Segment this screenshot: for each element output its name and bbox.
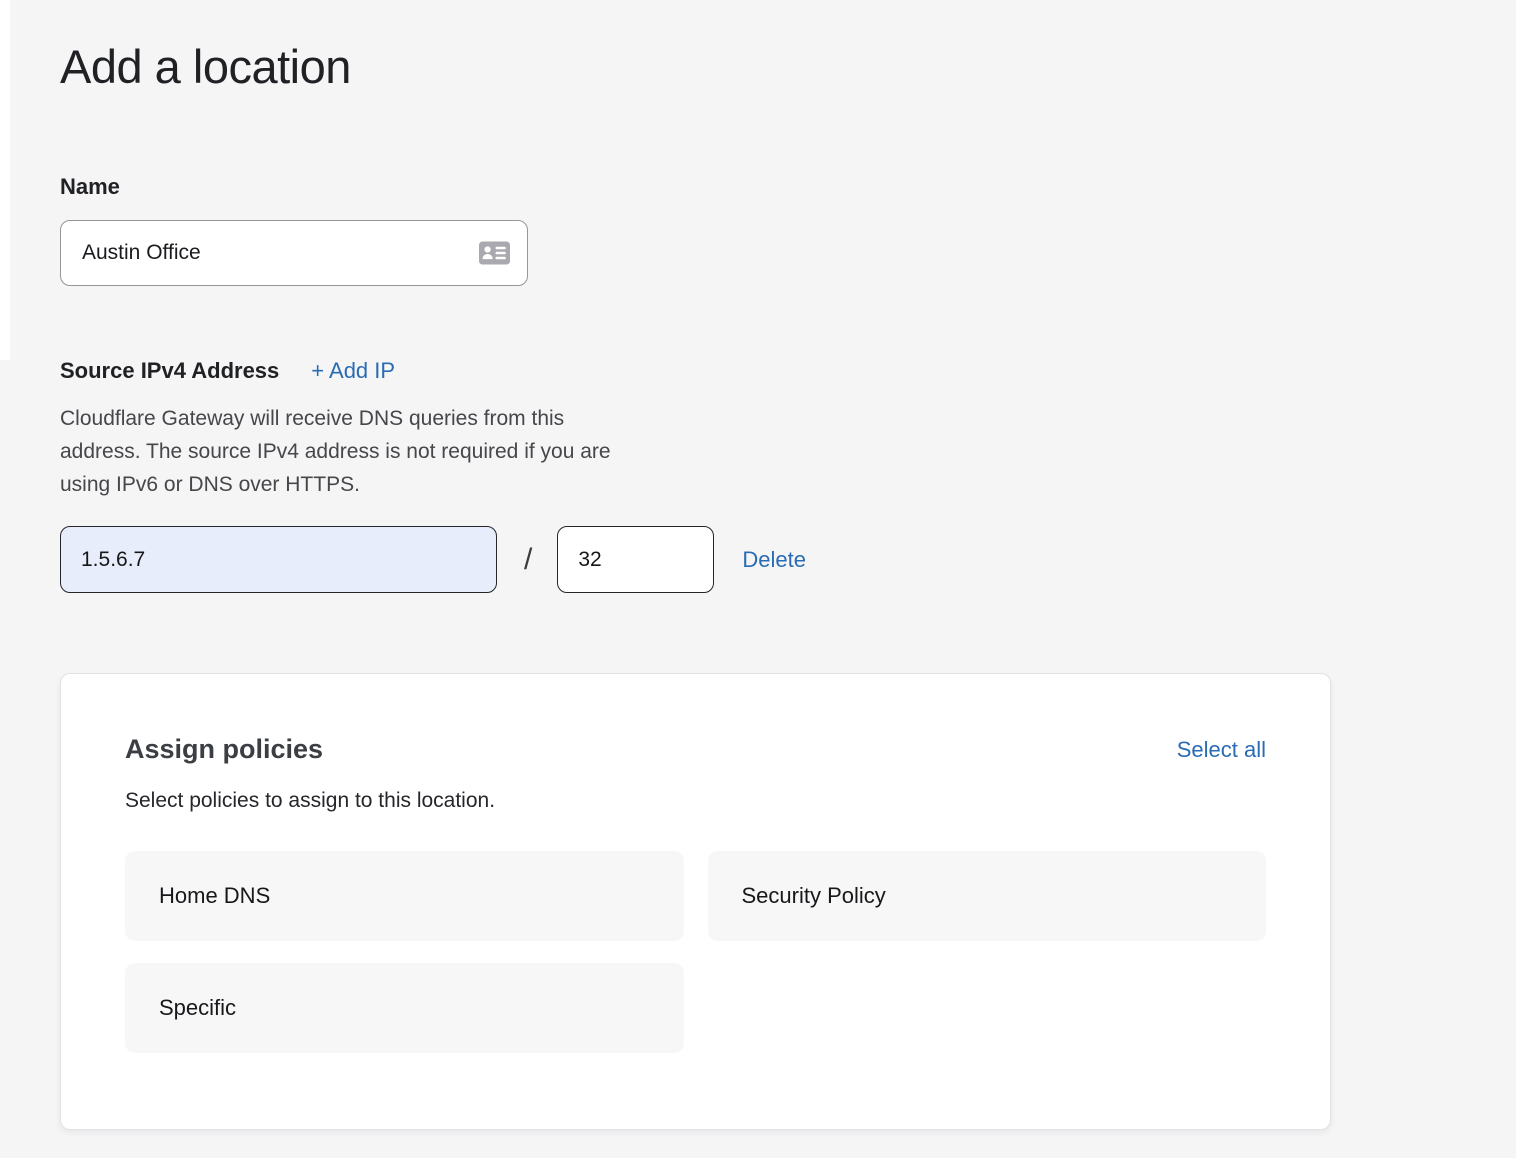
cidr-prefix-input[interactable] bbox=[557, 526, 714, 593]
name-label: Name bbox=[60, 174, 1516, 200]
contact-card-icon[interactable] bbox=[479, 242, 510, 265]
source-ip-header: Source IPv4 Address + Add IP bbox=[60, 358, 1516, 384]
name-field-wrapper bbox=[60, 220, 528, 286]
policy-label: Specific bbox=[159, 995, 236, 1021]
select-all-link[interactable]: Select all bbox=[1177, 737, 1266, 763]
page-title: Add a location bbox=[60, 40, 1516, 94]
delete-ip-link[interactable]: Delete bbox=[742, 547, 806, 573]
policy-label: Home DNS bbox=[159, 883, 270, 909]
ip-entry-row: / Delete bbox=[60, 526, 1516, 593]
add-location-page: Add a location Name Source IPv4 Address … bbox=[0, 0, 1516, 1158]
source-ip-description: Cloudflare Gateway will receive DNS quer… bbox=[60, 402, 638, 501]
add-ip-link[interactable]: + Add IP bbox=[311, 358, 395, 384]
page-edge-highlight bbox=[0, 0, 10, 360]
policy-grid: Home DNS Security Policy Specific bbox=[125, 851, 1266, 1053]
policy-option-specific[interactable]: Specific bbox=[125, 963, 684, 1053]
assign-policies-header: Assign policies Select all bbox=[125, 734, 1266, 765]
policy-option-security-policy[interactable]: Security Policy bbox=[708, 851, 1267, 941]
ipv4-address-input[interactable] bbox=[60, 526, 497, 593]
source-ip-label: Source IPv4 Address bbox=[60, 358, 279, 384]
policy-option-home-dns[interactable]: Home DNS bbox=[125, 851, 684, 941]
policy-label: Security Policy bbox=[742, 883, 886, 909]
cidr-separator: / bbox=[524, 543, 532, 577]
assign-policies-subtitle: Select policies to assign to this locati… bbox=[125, 789, 1266, 813]
assign-policies-card: Assign policies Select all Select polici… bbox=[60, 673, 1331, 1130]
name-input[interactable] bbox=[60, 220, 528, 286]
assign-policies-title: Assign policies bbox=[125, 734, 323, 765]
